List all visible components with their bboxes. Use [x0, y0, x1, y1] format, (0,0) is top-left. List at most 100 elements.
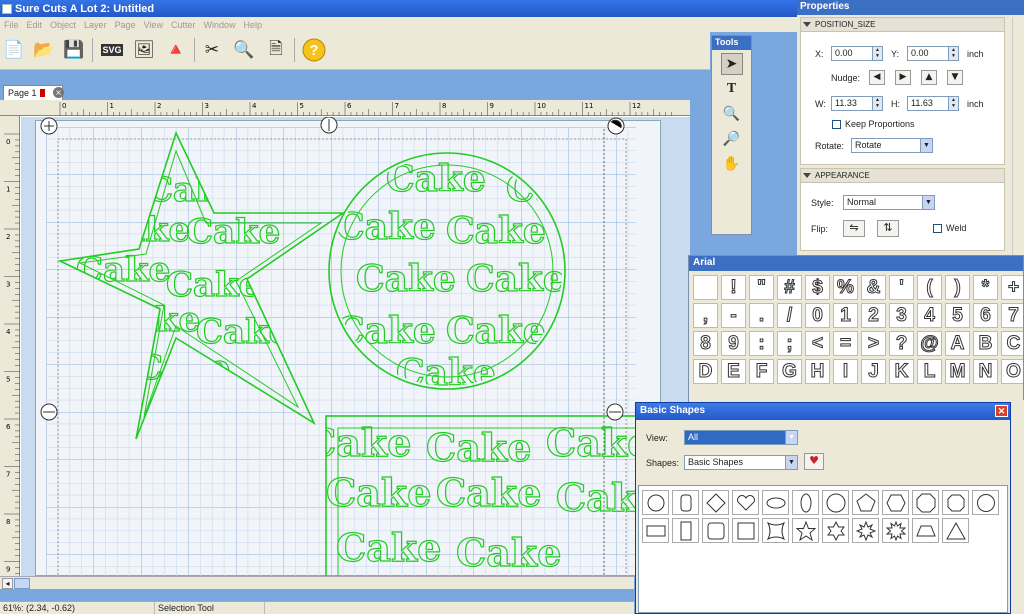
glyph-button[interactable]: ) [945, 275, 970, 300]
save-button[interactable]: 💾 [60, 36, 88, 64]
glyph-button[interactable]: 3 [889, 303, 914, 328]
horizontal-scrollbar[interactable]: ◂ [0, 576, 634, 589]
glyph-button[interactable]: N [973, 359, 998, 384]
close-tab-icon[interactable]: × [53, 87, 64, 98]
glyph-button[interactable]: & [861, 275, 886, 300]
close-icon[interactable]: ✕ [995, 405, 1008, 417]
shape-star-5-button[interactable] [792, 518, 819, 543]
glyph-button[interactable]: / [777, 303, 802, 328]
glyph-button[interactable]: ? [889, 331, 914, 356]
view-select[interactable]: All ▼ [684, 430, 798, 445]
height-field[interactable]: 11.63 ▲ ▼ [907, 96, 959, 111]
glyph-button[interactable]: " [749, 275, 774, 300]
glyph-button[interactable] [693, 275, 718, 300]
glyph-button[interactable]: G [777, 359, 802, 384]
scroll-thumb[interactable] [14, 578, 30, 589]
menu-object[interactable]: Object [46, 20, 80, 30]
glyph-button[interactable]: O [1001, 359, 1023, 384]
menu-file[interactable]: File [0, 20, 23, 30]
shape-trapezoid-button[interactable] [912, 518, 939, 543]
w-spinner[interactable]: ▲ ▼ [872, 97, 882, 110]
glyph-button[interactable]: 9 [721, 331, 746, 356]
print-preview-button[interactable]: 🗎 [262, 36, 290, 64]
nudge-right-button[interactable]: ▶ [895, 70, 911, 85]
menu-window[interactable]: Window [199, 20, 239, 30]
glyph-button[interactable]: 4 [917, 303, 942, 328]
glyph-button[interactable]: 0 [805, 303, 830, 328]
shape-triangle-button[interactable] [942, 518, 969, 543]
glyph-button[interactable]: J [861, 359, 886, 384]
position-size-header[interactable]: POSITION_SIZE [801, 18, 1004, 32]
glyph-button[interactable]: ; [777, 331, 802, 356]
selection-tool-button[interactable]: ➤ [720, 53, 743, 75]
glyph-button[interactable]: I [833, 359, 858, 384]
shape-rectangle-wide-button[interactable] [642, 518, 669, 543]
glyph-button[interactable]: 7 [1001, 303, 1023, 328]
glyph-button[interactable]: = [833, 331, 858, 356]
glyph-button[interactable]: @ [917, 331, 942, 356]
glyph-button[interactable]: . [749, 303, 774, 328]
nudge-down-button[interactable]: ▼ [947, 70, 963, 85]
glyph-button[interactable]: L [917, 359, 942, 384]
preview-button[interactable]: 🔍 [230, 36, 258, 64]
glyph-button[interactable]: 5 [945, 303, 970, 328]
glyph-button[interactable]: H [805, 359, 830, 384]
keep-proportions-checkbox[interactable] [832, 120, 841, 129]
glyph-button[interactable]: , [693, 303, 718, 328]
glyph-button[interactable]: ' [889, 275, 914, 300]
glyph-button[interactable]: * [973, 275, 998, 300]
glyph-button[interactable]: : [749, 331, 774, 356]
glyph-button[interactable]: C [1001, 331, 1023, 356]
menu-page[interactable]: Page [111, 20, 140, 30]
zoom-in-button[interactable]: 🔍 [721, 103, 743, 125]
glyph-button[interactable]: M [945, 359, 970, 384]
glyph-button[interactable]: < [805, 331, 830, 356]
style-select[interactable]: Normal ▼ [843, 195, 935, 210]
shape-diamond-button[interactable] [702, 490, 729, 515]
shape-octagon-button[interactable] [912, 490, 939, 515]
shapes-button[interactable]: 🔺 [162, 36, 190, 64]
flip-vertical-button[interactable]: ⇅ [877, 220, 899, 237]
glyph-button[interactable]: K [889, 359, 914, 384]
shape-rounded-octagon-button[interactable] [942, 490, 969, 515]
glyph-button[interactable]: 6 [973, 303, 998, 328]
y-spinner[interactable]: ▲ ▼ [948, 47, 958, 60]
glyph-button[interactable]: % [833, 275, 858, 300]
glyph-button[interactable]: > [861, 331, 886, 356]
scroll-left-arrow-icon[interactable]: ◂ [2, 578, 13, 589]
shapes-select[interactable]: Basic Shapes ▼ [684, 455, 798, 470]
glyph-button[interactable]: ( [917, 275, 942, 300]
menu-view[interactable]: View [140, 20, 167, 30]
glyph-button[interactable]: E [721, 359, 746, 384]
new-file-button[interactable]: 📄 [0, 36, 28, 64]
shape-hexagon-button[interactable] [882, 490, 909, 515]
glyph-button[interactable]: + [1001, 275, 1023, 300]
menu-help[interactable]: Help [239, 20, 266, 30]
shape-star-6-button[interactable] [822, 518, 849, 543]
shape-circle-button[interactable] [642, 490, 669, 515]
glyph-button[interactable]: $ [805, 275, 830, 300]
width-field[interactable]: 11.33 ▲ ▼ [831, 96, 883, 111]
shape-heart-button[interactable] [732, 490, 759, 515]
appearance-header[interactable]: APPEARANCE [801, 169, 1004, 183]
shape-pentagon-button[interactable] [852, 490, 879, 515]
x-field[interactable]: 0.00 ▲ ▼ [831, 46, 883, 61]
glyph-button[interactable]: 8 [693, 331, 718, 356]
shape-circle-small-button[interactable] [972, 490, 999, 515]
shape-square-button[interactable] [732, 518, 759, 543]
glyph-button[interactable]: 2 [861, 303, 886, 328]
flip-horizontal-button[interactable]: ⇋ [843, 220, 865, 237]
menu-layer[interactable]: Layer [80, 20, 111, 30]
shape-rounded-rect-tall-button[interactable] [672, 490, 699, 515]
glyph-button[interactable]: # [777, 275, 802, 300]
shape-circle-large-button[interactable] [822, 490, 849, 515]
y-field[interactable]: 0.00 ▲ ▼ [907, 46, 959, 61]
shape-rectangle-tall-button[interactable] [672, 518, 699, 543]
shape-star-burst-button[interactable] [882, 518, 909, 543]
shape-ellipse-button[interactable] [762, 490, 789, 515]
glyph-button[interactable]: D [693, 359, 718, 384]
shape-concave-square-button[interactable] [762, 518, 789, 543]
rotate-select[interactable]: Rotate ▼ [851, 138, 933, 153]
open-button[interactable]: 📂 [30, 36, 58, 64]
glyph-button[interactable]: - [721, 303, 746, 328]
